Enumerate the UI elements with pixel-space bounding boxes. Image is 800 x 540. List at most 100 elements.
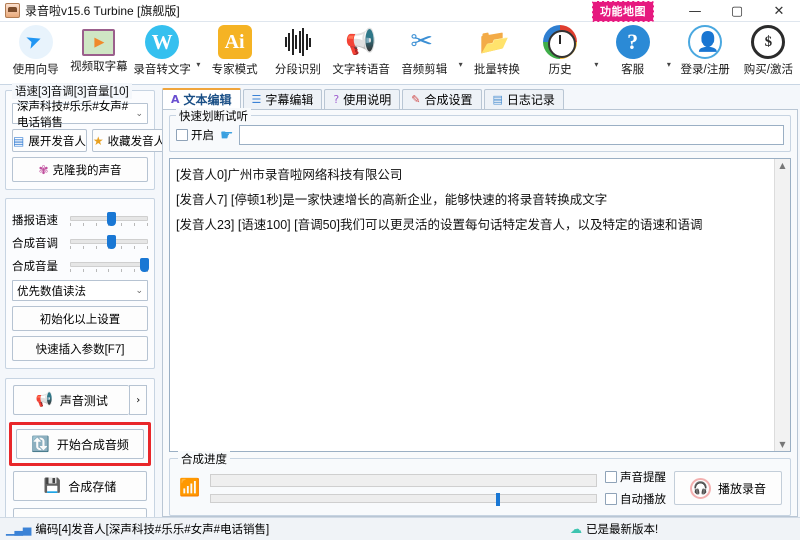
progress-bar-primary [210, 473, 597, 487]
read-mode-select[interactable]: 优先数值读法 ⌄ [12, 280, 148, 301]
toolbar-item-expert-mode[interactable]: Ai 专家模式 [203, 22, 266, 77]
quick-preview-enable-checkbox[interactable]: 开启 [176, 127, 214, 143]
minimize-button[interactable]: — [674, 0, 716, 22]
function-map-badge[interactable]: 功能地图 [592, 1, 654, 22]
star-icon: ★ [92, 133, 104, 148]
voice-test-button[interactable]: 📢 声音测试 [13, 385, 130, 415]
cloud-icon: ☁ [570, 522, 582, 536]
tab-synth-settings[interactable]: ✎ 合成设置 [402, 89, 482, 109]
voice-group-title: 语速[3]音调[3]音量[10] [12, 83, 132, 99]
progress-options: 声音提醒 自动播放 [605, 469, 666, 507]
text-editor-wrapper: [发音人0]广州市录音啦网络科技有限公司 [发音人7] [停顿1秒]是一家快速增… [169, 158, 791, 452]
hand-pointer-icon: ☛ [220, 126, 234, 144]
slider-pitch[interactable]: 合成音调 [12, 235, 148, 251]
tab-content-text-edit: 快速划断试听 开启 ☛ [发音人0]广州市录音啦网络科技有限公司 [发音人7] … [162, 108, 798, 517]
init-settings-label: 初始化以上设置 [39, 313, 121, 326]
tab-text-edit[interactable]: A 文本编辑 [162, 88, 241, 109]
tab-label: 日志记录 [506, 93, 555, 107]
toolbar-item-support[interactable]: ? 客服 [601, 22, 664, 77]
editor-line: [发音人0]广州市录音啦网络科技有限公司 [176, 168, 403, 182]
toolbar-item-purchase[interactable]: $ 购买/激活 [737, 22, 800, 77]
slider-speed[interactable]: 播报语速 [12, 212, 148, 228]
maximize-button[interactable]: ▢ [716, 0, 758, 22]
synth-settings-icon: ✎ [411, 93, 421, 106]
voice-test-label: 声音测试 [59, 393, 108, 408]
text-edit-icon: A [171, 93, 180, 106]
megaphone-icon: 📢 [35, 392, 53, 408]
toolbar-item-video-subtitle[interactable]: 视频取字幕 [67, 22, 130, 74]
quick-preview-input[interactable] [239, 125, 784, 145]
voice-select[interactable]: 深声科技#乐乐#女声#电话销售 ⌄ [12, 101, 148, 129]
favorite-speaker-button[interactable]: ★ 收藏发音人 [91, 129, 167, 152]
progress-bar-secondary [210, 492, 597, 506]
close-button[interactable]: ✕ [758, 0, 800, 22]
tab-log[interactable]: ▤ 日志记录 [483, 89, 564, 109]
sound-alert-checkbox[interactable]: 声音提醒 [605, 469, 666, 485]
toolbar-item-audio-edit[interactable]: 音频剪辑 [393, 22, 456, 77]
sync-icon: 🔃 [31, 434, 50, 453]
toolbar-item-speech-to-text[interactable]: W 录音转文字 [130, 22, 193, 77]
save-synth-label: 合成存储 [68, 479, 117, 494]
play-record-button[interactable]: 🎧 播放录音 [674, 471, 782, 505]
subtitle-edit-icon: ☰ [251, 93, 262, 106]
scroll-up-icon[interactable]: ▲ [779, 159, 785, 172]
slider-volume-label: 合成音量 [12, 261, 58, 273]
init-settings-button[interactable]: 初始化以上设置 [12, 306, 148, 331]
editor-line: [发音人7] [停顿1秒]是一家快速增长的高新企业，能够快速的将录音转换成文字 [176, 193, 608, 207]
voice-test-split: 📢 声音测试 › [13, 385, 147, 415]
status-bar: ▁▃▅ 编码[4]发音人[深声科技#乐乐#女声#电话销售] ☁ 已是最新版本! [0, 517, 800, 540]
quick-params-button[interactable]: 快速插入参数[F7] [12, 336, 148, 361]
chart-icon: ▁▃▅ [6, 522, 32, 536]
status-left: ▁▃▅ 编码[4]发音人[深声科技#乐乐#女声#电话销售] [0, 521, 269, 537]
list-icon: ▤ [13, 133, 25, 148]
dna-icon: ✾ [38, 162, 49, 177]
toolbar-label: 文字转语音 [332, 64, 390, 76]
voice-test-chevron-icon[interactable]: › [129, 385, 147, 415]
slider-volume-thumb[interactable] [140, 258, 150, 272]
slider-volume[interactable]: 合成音量 [12, 258, 150, 274]
auto-play-checkbox[interactable]: 自动播放 [605, 491, 666, 507]
toolbar-item-guide[interactable]: 使用向导 [4, 22, 67, 77]
app-icon [5, 3, 20, 18]
toolbar-item-batch-convert[interactable]: 批量转换 [465, 22, 528, 77]
tab-subtitle-edit[interactable]: ☰ 字幕编辑 [242, 89, 323, 109]
slider-pitch-track[interactable] [70, 235, 148, 251]
quick-preview-row: 开启 ☛ [176, 125, 784, 145]
toolbar-item-history[interactable]: 历史 [528, 22, 591, 77]
scroll-down-icon[interactable]: ▼ [779, 438, 785, 451]
toolbar-item-text-to-speech[interactable]: 文字转语音 [329, 22, 392, 77]
slider-volume-track[interactable] [70, 258, 150, 274]
editor-scrollbar[interactable]: ▲ ▼ [774, 159, 790, 451]
audio-params-group: 播报语速 合成音调 合成音量 优先数值读法 ⌄ 初始化以上设置 快速插入参数[F… [5, 198, 155, 369]
text-editor[interactable]: [发音人0]广州市录音啦网络科技有限公司 [发音人7] [停顿1秒]是一家快速增… [170, 159, 774, 451]
toolbar-item-segment-recognition[interactable]: 分段识别 [266, 22, 329, 77]
help-icon: ? [333, 93, 340, 106]
headphone-icon: 🎧 [689, 477, 711, 499]
save-synth-button[interactable]: 💾 合成存储 [13, 471, 147, 501]
main-toolbar: 使用向导 视频取字幕 W 录音转文字 ▾ Ai 专家模式 分段识别 文字转语音 [0, 22, 800, 85]
quick-preview-title: 快速划断试听 [176, 108, 251, 124]
slider-pitch-thumb[interactable] [106, 235, 116, 249]
chevron-down-icon[interactable]: ▾ [592, 60, 601, 69]
progress-marker [495, 492, 500, 506]
signal-icon: 📶 [179, 478, 201, 498]
play-record-label: 播放录音 [717, 481, 766, 496]
clone-voice-button[interactable]: ✾ 克隆我的声音 [12, 157, 148, 182]
sound-alert-label: 声音提醒 [620, 472, 666, 484]
chevron-down-icon[interactable]: ▾ [194, 60, 203, 69]
start-synth-highlight: 🔃 开始合成音频 [9, 422, 151, 466]
read-mode-value: 优先数值读法 [17, 285, 86, 298]
toolbar-label: 客服 [621, 64, 645, 76]
slider-speed-track[interactable] [70, 212, 148, 228]
chevron-down-icon[interactable]: ▾ [664, 60, 673, 69]
slider-speed-thumb[interactable] [106, 212, 116, 226]
start-synth-button[interactable]: 🔃 开始合成音频 [16, 429, 144, 459]
chevron-down-icon: ⌄ [135, 285, 143, 296]
voice-settings-group: 语速[3]音调[3]音量[10] 深声科技#乐乐#女声#电话销售 ⌄ ▤ 展开发… [5, 83, 167, 190]
tab-help[interactable]: ? 使用说明 [324, 89, 401, 109]
chevron-down-icon[interactable]: ▾ [456, 60, 465, 69]
toolbar-item-account[interactable]: 登录/注册 [674, 22, 737, 77]
tab-label: 字幕编辑 [265, 93, 314, 107]
expand-speaker-button[interactable]: ▤ 展开发音人 [12, 129, 87, 152]
toolbar-label: 历史 [548, 64, 572, 76]
